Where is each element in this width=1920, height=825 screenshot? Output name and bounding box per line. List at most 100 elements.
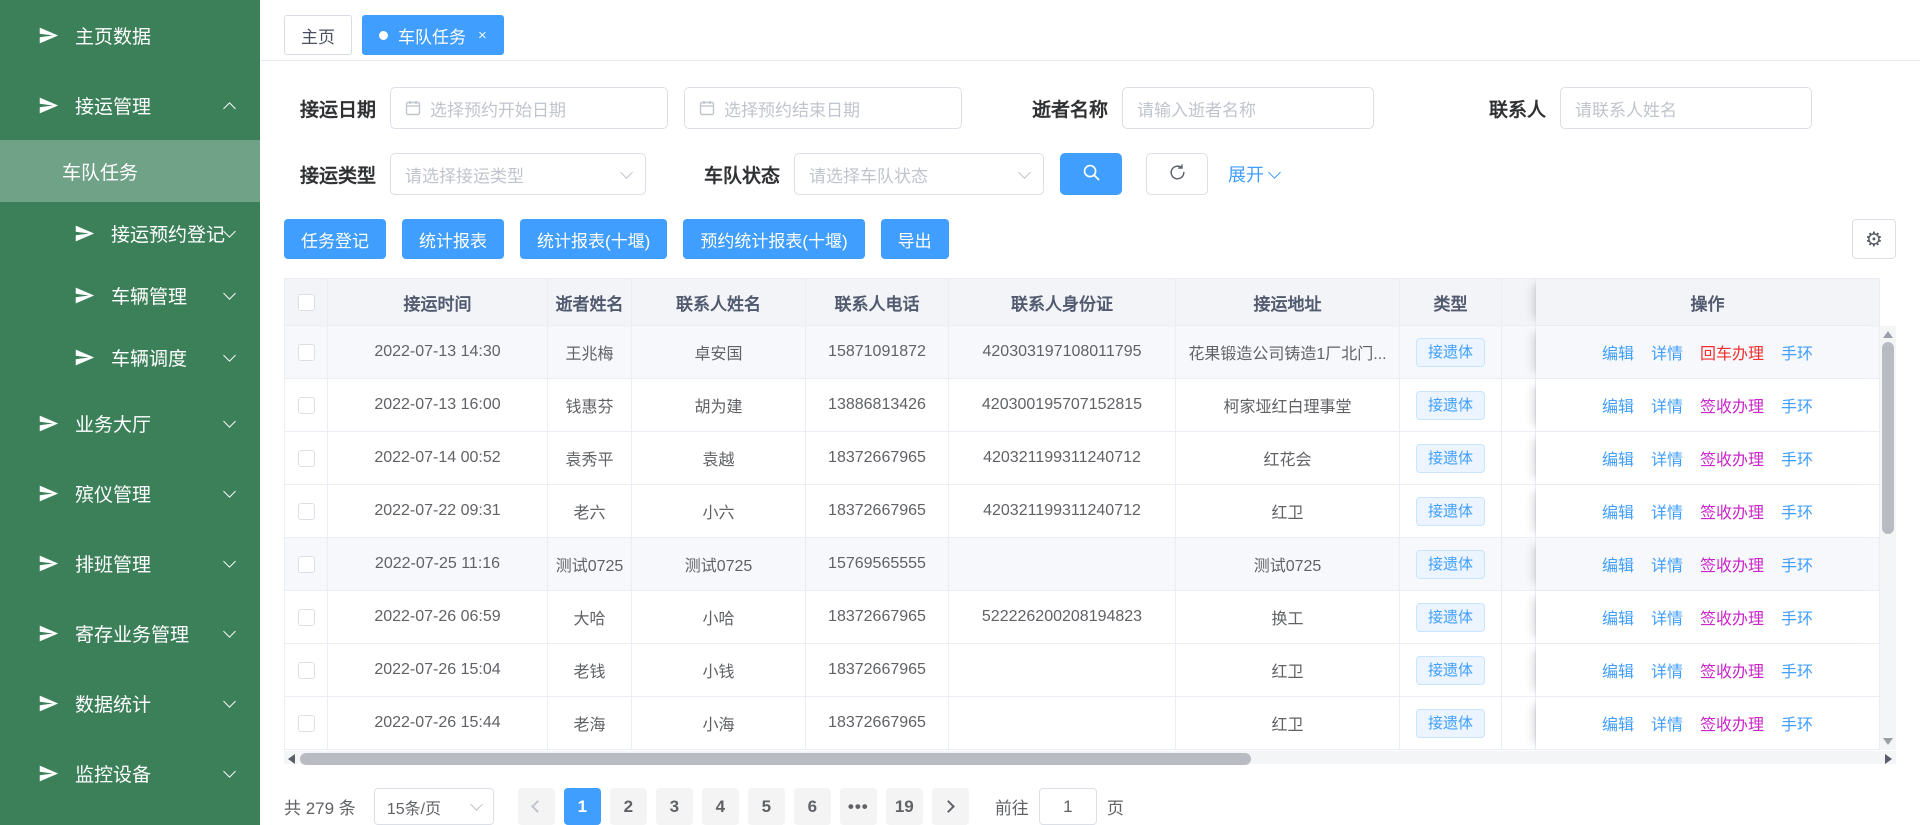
page-number-button[interactable]: 4 — [702, 788, 739, 825]
sidebar-item[interactable]: 寄存业务管理 — [0, 598, 260, 668]
deceased-name-input[interactable]: 请输入逝者名称 — [1122, 87, 1374, 129]
edit-link[interactable]: 编辑 — [1602, 393, 1634, 417]
cell-contact-id: 420321199311240712 — [949, 485, 1176, 538]
sidebar-item[interactable]: 接运管理 — [0, 70, 260, 140]
contact-input[interactable]: 请联系人姓名 — [1560, 87, 1812, 129]
vertical-scrollbar[interactable] — [1880, 326, 1896, 750]
page-number-button[interactable]: 3 — [656, 788, 693, 825]
edit-link[interactable]: 编辑 — [1602, 499, 1634, 523]
row-checkbox[interactable] — [298, 662, 315, 679]
edit-link[interactable]: 编辑 — [1602, 552, 1634, 576]
detail-link[interactable]: 详情 — [1651, 499, 1683, 523]
sidebar-item[interactable]: 接运预约登记 — [0, 202, 260, 264]
wristband-link[interactable]: 手环 — [1781, 499, 1813, 523]
page-number-button[interactable]: 5 — [748, 788, 785, 825]
page-number-button[interactable]: ••• — [840, 788, 877, 825]
row-checkbox[interactable] — [298, 609, 315, 626]
detail-link[interactable]: 详情 — [1651, 658, 1683, 682]
sidebar-item[interactable]: 车辆调度 — [0, 326, 260, 388]
next-page-button[interactable] — [932, 788, 969, 825]
row-checkbox[interactable] — [298, 450, 315, 467]
page-number-button[interactable]: 19 — [886, 788, 923, 825]
send-icon — [38, 24, 60, 46]
sidebar-item[interactable]: 主页数据 — [0, 0, 260, 70]
toolbar-button[interactable]: 导出 — [881, 219, 949, 259]
row-checkbox[interactable] — [298, 503, 315, 520]
sidebar-item[interactable]: 车队任务 — [0, 140, 260, 202]
vertical-scrollbar-thumb[interactable] — [1882, 342, 1894, 534]
tab[interactable]: 车队任务 × — [362, 15, 504, 55]
edit-link[interactable]: 编辑 — [1602, 711, 1634, 735]
edit-link[interactable]: 编辑 — [1602, 446, 1634, 470]
wristband-link[interactable]: 手环 — [1781, 446, 1813, 470]
handle-link[interactable]: 签收办理 — [1700, 552, 1764, 576]
handle-link[interactable]: 回车办理 — [1700, 340, 1764, 364]
detail-link[interactable]: 详情 — [1651, 711, 1683, 735]
sidebar: 主页数据 接运管理 车队任务 — [0, 0, 260, 825]
wristband-link[interactable]: 手环 — [1781, 711, 1813, 735]
handle-link[interactable]: 签收办理 — [1700, 605, 1764, 629]
tab[interactable]: 主页 × — [284, 15, 352, 55]
handle-link[interactable]: 签收办理 — [1700, 446, 1764, 470]
horizontal-scrollbar-thumb[interactable] — [300, 753, 1251, 765]
wristband-link[interactable]: 手环 — [1781, 340, 1813, 364]
select-all-checkbox[interactable] — [298, 294, 315, 311]
toolbar-button[interactable]: 统计报表(十堰) — [520, 219, 667, 259]
scroll-down-arrow[interactable] — [1883, 738, 1893, 745]
page-number-button[interactable]: 6 — [794, 788, 831, 825]
toolbar-button[interactable]: 任务登记 — [284, 219, 386, 259]
row-checkbox[interactable] — [298, 556, 315, 573]
column-settings-button[interactable]: ⚙ — [1852, 219, 1896, 259]
page-number-button[interactable]: 2 — [610, 788, 647, 825]
horizontal-scrollbar[interactable] — [284, 751, 1896, 764]
handle-link[interactable]: 签收办理 — [1700, 658, 1764, 682]
toolbar-button[interactable]: 统计报表 — [402, 219, 504, 259]
sidebar-item[interactable]: 业务大厅 — [0, 388, 260, 458]
date-end-input[interactable]: 选择预约结束日期 — [684, 87, 962, 129]
scroll-right-arrow[interactable] — [1885, 754, 1892, 764]
handle-link[interactable]: 签收办理 — [1700, 499, 1764, 523]
cell-pickup-address: 花果锻造公司铸造1厂北门... — [1176, 326, 1400, 379]
handle-link[interactable]: 签收办理 — [1700, 393, 1764, 417]
wristband-link[interactable]: 手环 — [1781, 658, 1813, 682]
row-checkbox[interactable] — [298, 344, 315, 361]
cell-deceased-name: 袁秀平 — [548, 432, 632, 485]
detail-link[interactable]: 详情 — [1651, 393, 1683, 417]
detail-link[interactable]: 详情 — [1651, 552, 1683, 576]
page-size-select[interactable]: 15条/页 — [374, 788, 494, 825]
detail-link[interactable]: 详情 — [1651, 340, 1683, 364]
fleet-status-select[interactable]: 请选择车队状态 — [794, 153, 1044, 195]
page-number-button[interactable]: 1 — [564, 788, 601, 825]
scroll-left-arrow[interactable] — [288, 754, 295, 764]
row-checkbox[interactable] — [298, 715, 315, 732]
search-button[interactable] — [1060, 153, 1122, 195]
sidebar-item[interactable]: 殡仪管理 — [0, 458, 260, 528]
cell-type: 接遗体 — [1400, 538, 1502, 591]
detail-link[interactable]: 详情 — [1651, 605, 1683, 629]
edit-link[interactable]: 编辑 — [1602, 340, 1634, 364]
handle-link[interactable]: 签收办理 — [1700, 711, 1764, 735]
sidebar-item[interactable]: 监控设备 — [0, 738, 260, 808]
prev-page-button[interactable] — [518, 788, 555, 825]
row-checkbox[interactable] — [298, 397, 315, 414]
sidebar-item-label: 业务大厅 — [75, 410, 151, 437]
expand-link[interactable]: 展开 — [1228, 161, 1279, 187]
sidebar-item[interactable]: 排班管理 — [0, 528, 260, 598]
edit-link[interactable]: 编辑 — [1602, 605, 1634, 629]
wristband-link[interactable]: 手环 — [1781, 552, 1813, 576]
cell-contact-id — [949, 538, 1176, 591]
close-icon[interactable]: × — [478, 28, 487, 43]
goto-page-input[interactable] — [1039, 788, 1097, 825]
sidebar-item[interactable]: 车辆管理 — [0, 264, 260, 326]
wristband-link[interactable]: 手环 — [1781, 605, 1813, 629]
refresh-button[interactable] — [1146, 153, 1208, 195]
scroll-up-arrow[interactable] — [1883, 331, 1893, 338]
toolbar-button[interactable]: 预约统计报表(十堰) — [683, 219, 864, 259]
transport-type-select[interactable]: 请选择接运类型 — [390, 153, 646, 195]
tab-active-dot — [379, 31, 388, 40]
edit-link[interactable]: 编辑 — [1602, 658, 1634, 682]
date-start-input[interactable]: 选择预约开始日期 — [390, 87, 668, 129]
wristband-link[interactable]: 手环 — [1781, 393, 1813, 417]
sidebar-item[interactable]: 数据统计 — [0, 668, 260, 738]
detail-link[interactable]: 详情 — [1651, 446, 1683, 470]
